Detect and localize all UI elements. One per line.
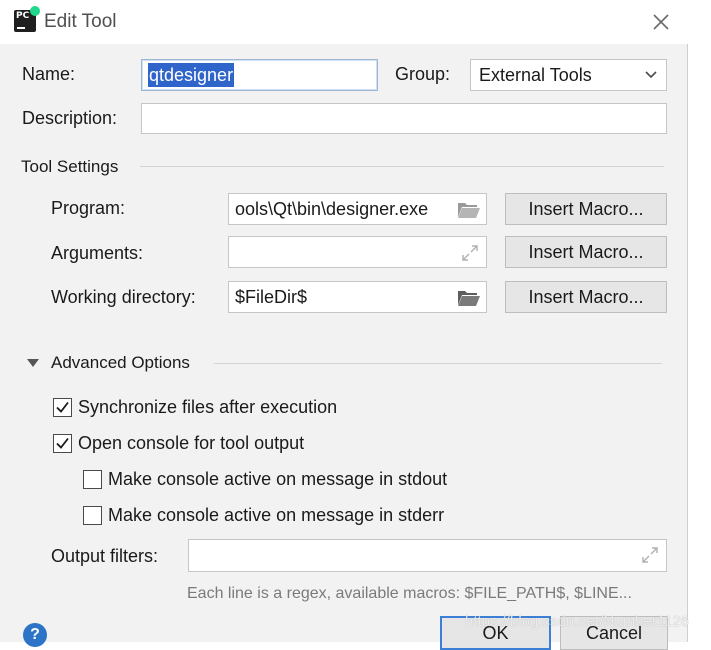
- group-label: Group:: [395, 64, 451, 84]
- chevron-down-icon: [645, 71, 657, 79]
- sync-files-label[interactable]: Synchronize files after execution: [78, 397, 337, 418]
- tool-settings-divider: [140, 166, 664, 167]
- description-label: Description:: [22, 108, 118, 128]
- working-directory-label: Working directory:: [51, 287, 196, 307]
- program-input-value: ools\Qt\bin\designer.exe: [235, 198, 429, 219]
- expand-icon[interactable]: [461, 244, 479, 262]
- active-stderr-checkbox[interactable]: [83, 506, 102, 525]
- active-stderr-label[interactable]: Make console active on message in stderr: [108, 505, 444, 526]
- window-title: Edit Tool: [44, 11, 117, 32]
- arguments-insert-macro-button[interactable]: Insert Macro...: [505, 236, 667, 268]
- advanced-options-title[interactable]: Advanced Options: [51, 353, 190, 373]
- advanced-options-divider: [214, 363, 662, 364]
- output-filters-label: Output filters:: [51, 546, 159, 566]
- arguments-label: Arguments:: [51, 243, 144, 263]
- checkmark-icon: [56, 401, 69, 413]
- group-select-value: External Tools: [479, 64, 592, 85]
- name-input[interactable]: qtdesigner: [141, 59, 378, 91]
- tool-settings-title: Tool Settings: [21, 157, 119, 176]
- working-directory-value: $FileDir$: [235, 286, 308, 307]
- close-icon[interactable]: [650, 11, 672, 33]
- expand-icon[interactable]: [641, 546, 659, 564]
- title-bar: PC Edit Tool: [0, 0, 688, 44]
- sync-files-checkbox[interactable]: [53, 398, 72, 417]
- name-label: Name:: [22, 64, 76, 84]
- active-stdout-label[interactable]: Make console active on message in stdout: [108, 469, 447, 490]
- checkmark-icon: [56, 437, 69, 449]
- open-console-checkbox[interactable]: [53, 434, 72, 453]
- working-directory-input[interactable]: $FileDir$: [228, 281, 487, 313]
- folder-icon[interactable]: [457, 289, 481, 307]
- folder-icon[interactable]: [457, 201, 481, 219]
- pycharm-icon: PC: [10, 6, 40, 35]
- working-directory-insert-macro-button[interactable]: Insert Macro...: [505, 281, 667, 313]
- arguments-input[interactable]: [228, 236, 487, 268]
- output-filters-hint: Each line is a regex, available macros: …: [187, 585, 632, 602]
- collapse-triangle-icon[interactable]: [26, 358, 40, 368]
- watermark: https://blog.csdn.net/Number1126: [465, 613, 690, 630]
- output-filters-input[interactable]: [188, 539, 667, 572]
- description-input[interactable]: [141, 103, 667, 134]
- name-input-value: qtdesigner: [148, 63, 235, 87]
- group-select[interactable]: External Tools: [470, 59, 667, 91]
- program-input[interactable]: ools\Qt\bin\designer.exe: [228, 193, 487, 225]
- open-console-label[interactable]: Open console for tool output: [78, 433, 304, 454]
- help-icon[interactable]: ?: [23, 623, 47, 647]
- program-label: Program:: [51, 198, 126, 218]
- program-insert-macro-button[interactable]: Insert Macro...: [505, 193, 667, 225]
- edit-tool-dialog: PC Edit Tool Name: qtdesigner Group: Ext…: [0, 0, 690, 650]
- active-stdout-checkbox[interactable]: [83, 470, 102, 489]
